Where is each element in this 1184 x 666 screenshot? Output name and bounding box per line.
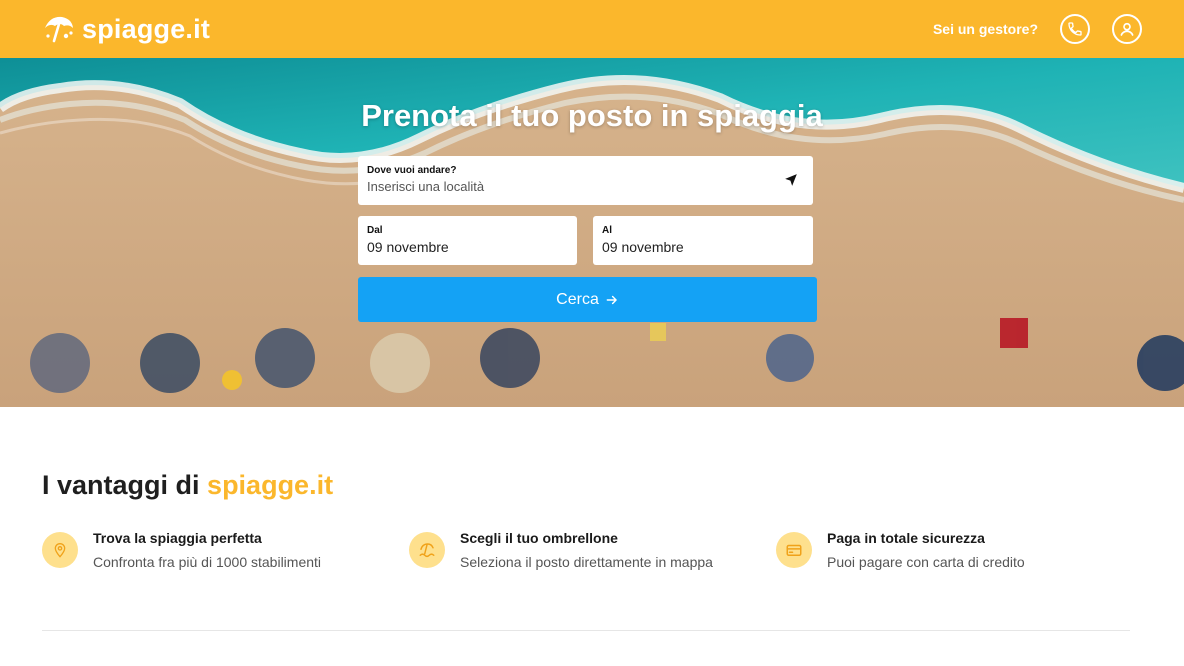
feature-title: Paga in totale sicurezza — [827, 530, 985, 546]
advantages-title-brand: spiagge.it — [207, 470, 334, 500]
feature-find-beach: Trova la spiaggia perfetta Confronta fra… — [42, 530, 321, 570]
search-button[interactable]: Cerca — [358, 277, 817, 322]
hero-title: Prenota il tuo posto in spiaggia — [361, 98, 823, 133]
header-actions: Sei un gestore? — [933, 14, 1142, 44]
feature-description: Confronta fra più di 1000 stabilimenti — [93, 554, 322, 570]
user-circle-icon — [1120, 22, 1134, 36]
destination-input[interactable]: Inserisci una località — [367, 178, 804, 196]
date-to-value[interactable]: 09 novembre — [602, 238, 804, 256]
feature-description: Seleziona il posto direttamente in mappa — [460, 554, 713, 570]
feature-choose-umbrella: Scegli il tuo ombrellone Seleziona il po… — [409, 530, 713, 570]
advantages-title-prefix: I vantaggi di — [42, 470, 200, 500]
hero-section: Prenota il tuo posto in spiaggia Dove vu… — [0, 58, 1184, 407]
user-account-button[interactable] — [1112, 14, 1142, 44]
logo-text: spiagge.it — [82, 13, 211, 44]
arrow-right-icon — [606, 295, 617, 304]
feature-title: Scegli il tuo ombrellone — [460, 530, 618, 546]
date-to-field[interactable]: Al 09 novembre — [593, 216, 813, 265]
umbrella-wave-icon — [409, 532, 445, 568]
logo[interactable]: spiagge.it — [42, 14, 210, 45]
logo-umbrella-icon — [45, 16, 73, 43]
date-from-label: Dal — [367, 225, 383, 236]
credit-card-icon — [776, 532, 812, 568]
advantages-title: I vantaggi di spiagge.it — [42, 470, 333, 501]
feature-secure-payment: Paga in totale sicurezza Puoi pagare con… — [776, 530, 1025, 570]
location-arrow-icon[interactable] — [784, 173, 798, 187]
phone-icon — [1068, 22, 1082, 36]
destination-field[interactable]: Dove vuoi andare? Inserisci una località — [358, 156, 813, 205]
feature-title: Trova la spiaggia perfetta — [93, 530, 262, 546]
search-button-label: Cerca — [556, 290, 599, 308]
date-from-value[interactable]: 09 novembre — [367, 238, 568, 256]
destination-label: Dove vuoi andare? — [367, 165, 457, 176]
map-pin-icon — [42, 532, 78, 568]
manager-link[interactable]: Sei un gestore? — [933, 21, 1038, 37]
section-divider — [42, 630, 1130, 631]
date-to-label: Al — [602, 225, 612, 236]
feature-description: Puoi pagare con carta di credito — [827, 554, 1025, 570]
phone-button[interactable] — [1060, 14, 1090, 44]
date-from-field[interactable]: Dal 09 novembre — [358, 216, 577, 265]
top-header: spiagge.it Sei un gestore? — [0, 0, 1184, 58]
